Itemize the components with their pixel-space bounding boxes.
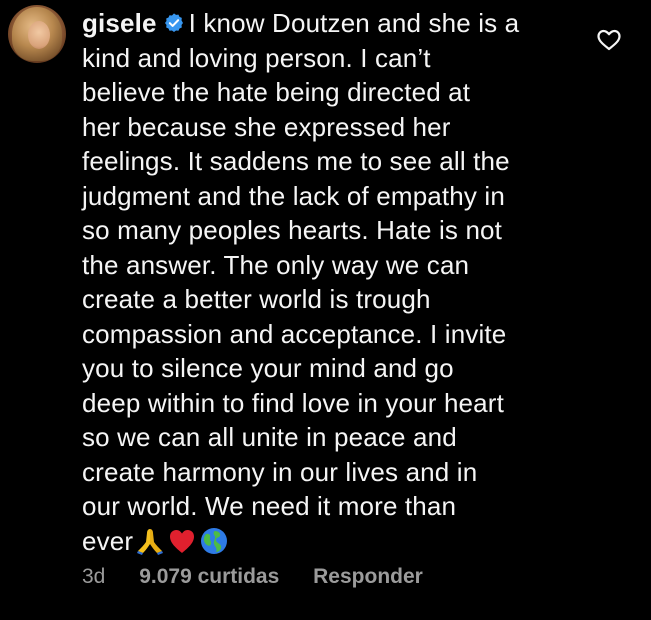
comment-text: ever [82, 525, 134, 556]
comment-line: ever [82, 524, 582, 565]
comment-line: create a better world is trough [82, 284, 431, 314]
comment-line: compassion and acceptance. I invite [82, 318, 507, 349]
comment-line: kind and loving person. I can’t [82, 42, 431, 73]
red-heart-icon [167, 526, 197, 565]
comment-line: believe the hate being directed at [82, 77, 471, 107]
comment-line: deep within to find love in your heart [82, 387, 504, 418]
folded-hands-icon [135, 526, 165, 565]
username[interactable]: gisele [82, 8, 157, 38]
comment-line: gisele I know Doutzen and she is a [82, 6, 582, 41]
comment-line: her because she expressed her [82, 111, 451, 142]
comment-line: feelings. It saddens me to see all the [82, 146, 510, 176]
comment-line: judgment and the lack of empathy in [82, 180, 505, 211]
comment-line: the answer. The only way we can [82, 249, 470, 280]
globe-icon [199, 526, 229, 565]
comment-body: gisele I know Doutzen and she is a kind a… [82, 6, 582, 564]
comment-line: you to silence your mind and go [82, 353, 454, 383]
comment-line: create harmony in our lives and in [82, 456, 478, 487]
comment-line: our world. We need it more than [82, 491, 457, 521]
heart-outline-icon [596, 29, 622, 55]
reply-button[interactable]: Responder [313, 565, 423, 588]
comment-line: so many peoples hearts. Hate is not [82, 215, 503, 245]
verified-badge-icon [163, 8, 185, 32]
comment-text: I know Doutzen and she is a [188, 8, 520, 38]
avatar[interactable] [8, 5, 66, 63]
comment-line: so we can all unite in peace and [82, 422, 457, 452]
like-comment-button[interactable] [596, 29, 622, 51]
comment-time[interactable]: 3d [82, 565, 105, 588]
comment-meta: 3d 9.079 curtidas Responder [82, 565, 423, 589]
likes-count[interactable]: 9.079 curtidas [139, 565, 279, 588]
avatar-face [28, 21, 50, 49]
